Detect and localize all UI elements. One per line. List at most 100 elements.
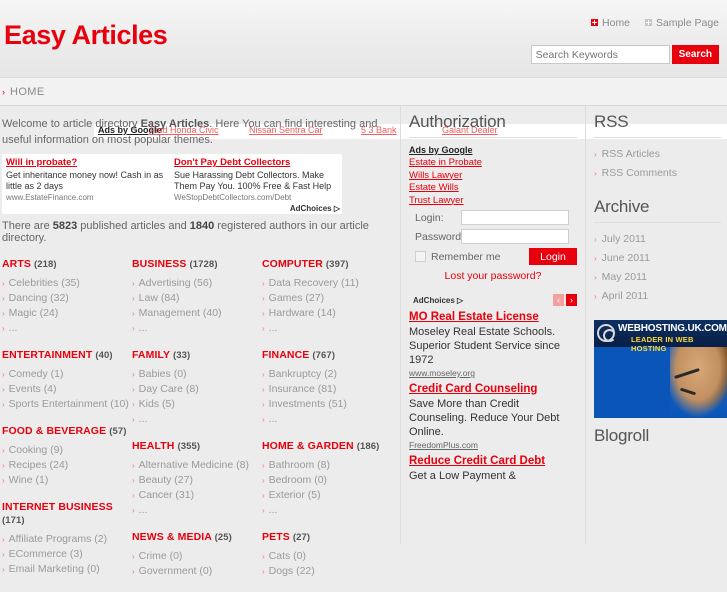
list-item[interactable]: ›... (132, 503, 262, 518)
chevron-right-icon: › (132, 476, 135, 485)
next-ad-arrow-icon[interactable]: › (566, 294, 577, 306)
list-item[interactable]: ›... (132, 412, 262, 427)
category-computer-heading[interactable]: COMPUTER (397) (262, 258, 392, 271)
list-item[interactable]: ›... (262, 412, 392, 427)
list-item[interactable]: › ECommerce (3) (2, 547, 132, 562)
inline-ad-1[interactable]: Will in probate? Get inheritance money n… (6, 157, 166, 202)
prev-ad-arrow-icon[interactable]: ‹ (553, 294, 564, 306)
remember-row: Remember me Login (409, 248, 577, 265)
list-item[interactable]: ›... (262, 503, 392, 518)
list-item[interactable]: › Babies (0) (132, 367, 262, 382)
sidebar-ad-link-3[interactable]: Estate Wills (409, 182, 577, 195)
category-entertainment: ENTERTAINMENT (40) › Comedy (1) › Events (… (2, 349, 132, 412)
list-item[interactable]: › April 2011 (594, 287, 721, 306)
category-health-heading[interactable]: HEALTH (355) (132, 440, 262, 453)
sidebar-ad-link-2[interactable]: Wills Lawyer (409, 170, 577, 183)
sponsored-ad-2[interactable]: Credit Card Counseling Save More than Cr… (409, 382, 577, 450)
list-item[interactable]: › RSS Comments (594, 164, 721, 183)
nav-item-sample-page[interactable]: Sample Page (644, 17, 719, 29)
list-item[interactable]: › Dancing (32) (2, 291, 132, 306)
sponsored-ad-3[interactable]: Reduce Credit Card Debt Get a Low Paymen… (409, 454, 577, 483)
category-food-beverage-heading[interactable]: FOOD & BEVERAGE (57) (2, 425, 132, 438)
list-item[interactable]: › Investments (51) (262, 397, 392, 412)
login-button[interactable]: Login (529, 248, 577, 265)
list-item[interactable]: › Kids (5) (132, 397, 262, 412)
list-item[interactable]: › July 2011 (594, 230, 721, 249)
list-item[interactable]: › Events (4) (2, 382, 132, 397)
list-item[interactable]: › Recipes (24) (2, 458, 132, 473)
list-item[interactable]: › Cancer (31) (132, 488, 262, 503)
sponsored-ad-3-title[interactable]: Reduce Credit Card Debt (409, 454, 577, 468)
category-finance-heading[interactable]: FINANCE (767) (262, 349, 392, 362)
sponsored-ad-1-url[interactable]: www.moseley.org (409, 368, 577, 378)
list-item[interactable]: › Bedroom (0) (262, 473, 392, 488)
list-item[interactable]: › Bankruptcy (2) (262, 367, 392, 382)
category-home-garden-heading[interactable]: HOME & GARDEN (186) (262, 440, 392, 453)
list-item[interactable]: › Magic (24) (2, 306, 132, 321)
category-entertainment-heading[interactable]: ENTERTAINMENT (40) (2, 349, 132, 362)
inline-ad-2-title[interactable]: Don't Pay Debt Collectors (174, 157, 334, 168)
list-item[interactable]: › Cooking (9) (2, 443, 132, 458)
lost-password-link[interactable]: Lost your password? (409, 270, 577, 282)
sponsored-ad-1-title[interactable]: MO Real Estate License (409, 310, 577, 324)
category-internet-business-heading[interactable]: INTERNET BUSINESS (171) (2, 501, 132, 527)
list-item[interactable]: › Crime (0) (132, 549, 262, 564)
adchoices-icon[interactable]: AdChoices ▷ (287, 204, 340, 213)
sponsored-ad-2-title[interactable]: Credit Card Counseling (409, 382, 577, 396)
list-item[interactable]: › Dogs (22) (262, 564, 392, 579)
list-item[interactable]: › Insurance (81) (262, 382, 392, 397)
category-pets-heading[interactable]: PETS (27) (262, 531, 392, 544)
sponsored-ad-2-url[interactable]: FreedomPlus.com (409, 440, 577, 450)
list-item[interactable]: › May 2011 (594, 268, 721, 287)
list-item[interactable]: ›... (262, 321, 392, 336)
inline-ad-1-url[interactable]: www.EstateFinance.com (6, 193, 166, 202)
list-item-label: Investments (51) (268, 398, 347, 410)
inline-ad-2-url[interactable]: WeStopDebtCollectors.com/Debt (174, 193, 334, 202)
list-item-label: Data Recovery (11) (268, 277, 359, 289)
login-input[interactable] (461, 210, 569, 225)
nav-item-home[interactable]: Home (591, 17, 630, 29)
sponsored-ad-1[interactable]: MO Real Estate License Moseley Real Esta… (409, 310, 577, 378)
list-item[interactable]: › Beauty (27) (132, 473, 262, 488)
list-item[interactable]: › Wine (1) (2, 473, 132, 488)
inline-ad-1-title[interactable]: Will in probate? (6, 157, 166, 168)
inline-ad-2[interactable]: Don't Pay Debt Collectors Sue Harassing … (174, 157, 334, 202)
webhosting-banner-ad[interactable]: WEBHOSTING.UK.COM LEADER IN WEB HOSTING (594, 320, 727, 418)
list-item[interactable]: › Advertising (56) (132, 276, 262, 291)
sidebar-ad-link-1[interactable]: Estate in Probate (409, 157, 577, 170)
list-item[interactable]: › Data Recovery (11) (262, 276, 392, 291)
sidebar-ad-link-4[interactable]: Trust Lawyer (409, 195, 577, 208)
category-business-heading[interactable]: BUSINESS (1728) (132, 258, 262, 271)
search-button[interactable]: Search (671, 45, 719, 64)
list-item[interactable]: ›... (2, 321, 132, 336)
list-item[interactable]: › June 2011 (594, 249, 721, 268)
search-input[interactable] (530, 45, 670, 64)
list-item[interactable]: › Law (84) (132, 291, 262, 306)
site-logo[interactable]: Easy Articles (4, 20, 168, 51)
list-item[interactable]: › Email Marketing (0) (2, 562, 132, 577)
list-item[interactable]: › Games (27) (262, 291, 392, 306)
category-entertainment-name: ENTERTAINMENT (2, 349, 93, 361)
list-item[interactable]: › RSS Articles (594, 145, 721, 164)
list-item[interactable]: › Sports Entertainment (10) (2, 397, 132, 412)
list-item[interactable]: › Hardware (14) (262, 306, 392, 321)
list-item[interactable]: › Cats (0) (262, 549, 392, 564)
password-input[interactable] (461, 229, 569, 244)
remember-me-checkbox[interactable] (415, 251, 426, 262)
chevron-right-icon: › (132, 385, 135, 394)
list-item[interactable]: › Day Care (8) (132, 382, 262, 397)
category-arts-heading[interactable]: ARTS (218) (2, 258, 132, 271)
list-item[interactable]: › Government (0) (132, 564, 262, 579)
list-item[interactable]: ›... (132, 321, 262, 336)
breadcrumb-item-home[interactable]: HOME (10, 86, 45, 98)
list-item[interactable]: › Bathroom (8) (262, 458, 392, 473)
adchoices-icon[interactable]: AdChoices ▷ (409, 296, 551, 305)
list-item[interactable]: › Exterior (5) (262, 488, 392, 503)
category-family-heading[interactable]: FAMILY (33) (132, 349, 262, 362)
list-item[interactable]: › Celebrities (35) (2, 276, 132, 291)
category-news-media-heading[interactable]: NEWS & MEDIA (25) (132, 531, 262, 544)
list-item[interactable]: › Alternative Medicine (8) (132, 458, 262, 473)
list-item[interactable]: › Comedy (1) (2, 367, 132, 382)
list-item[interactable]: › Management (40) (132, 306, 262, 321)
plus-box-icon (591, 19, 599, 26)
